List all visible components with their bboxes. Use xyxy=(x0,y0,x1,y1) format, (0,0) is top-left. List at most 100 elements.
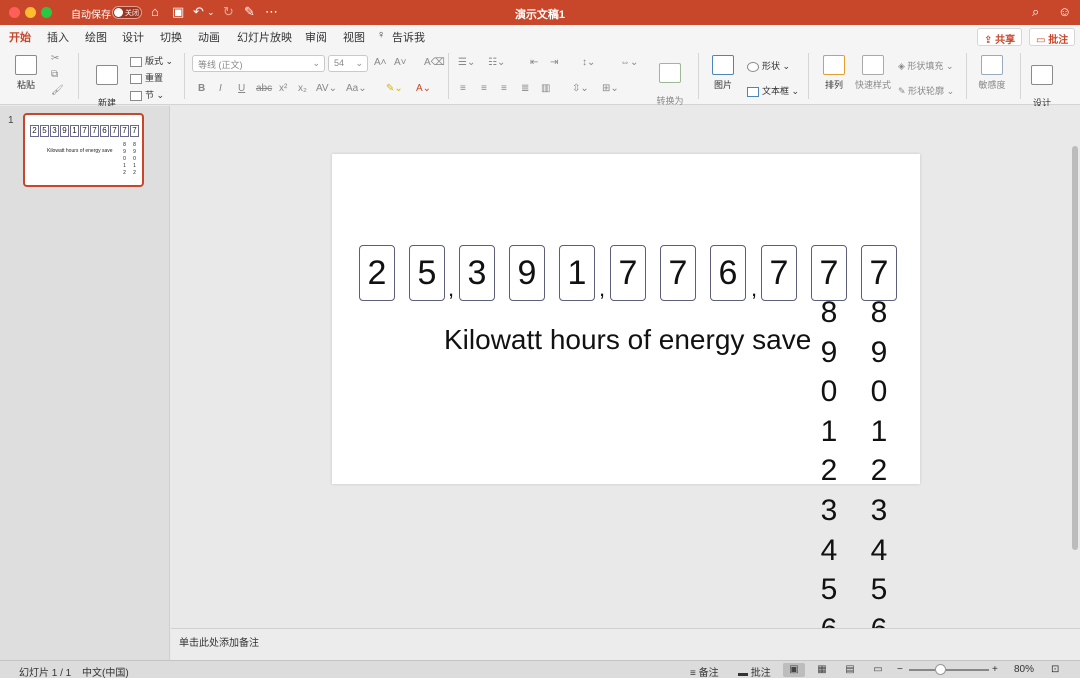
superscript-icon[interactable]: x² xyxy=(279,83,287,94)
comments-button[interactable]: ▭ 批注 xyxy=(1029,28,1076,46)
zoom-out-icon[interactable]: − xyxy=(897,664,903,675)
format-painter-icon[interactable]: 🖌 xyxy=(51,85,64,96)
clear-format-icon[interactable]: A⌫ xyxy=(424,57,445,68)
char-spacing-icon[interactable]: AV⌄ xyxy=(316,83,337,94)
rolling-digit-column: 8 9 0 1 2 3 4 5 6 xyxy=(861,293,897,649)
zoom-in-icon[interactable]: + xyxy=(992,664,998,675)
digit-box[interactable]: 5 xyxy=(409,245,445,301)
scrollbar-thumb[interactable] xyxy=(1072,146,1078,550)
tab-slideshow[interactable]: 幻灯片放映 xyxy=(237,29,292,45)
arrange-icon xyxy=(823,55,845,75)
underline-icon[interactable]: U xyxy=(238,83,245,94)
align-left-icon[interactable]: ≡ xyxy=(460,83,466,94)
shape-fill-button[interactable]: ◈ 形状填充 ⌄ xyxy=(898,59,953,72)
slide-caption[interactable]: Kilowatt hours of energy save xyxy=(444,324,811,356)
tab-transitions[interactable]: 切换 xyxy=(160,29,182,45)
cut-icon[interactable]: ✂ xyxy=(51,53,59,64)
line-spacing-icon[interactable]: ↕⌄ xyxy=(582,57,595,68)
align-right-icon[interactable]: ≡ xyxy=(501,83,507,94)
layout-button[interactable]: 版式 ⌄ xyxy=(130,54,173,67)
search-icon[interactable]: ⌕ xyxy=(1032,4,1039,20)
digit-box[interactable]: 2 xyxy=(359,245,395,301)
share-button[interactable]: ⇪ 共享 xyxy=(977,28,1023,46)
section-button[interactable]: 节 ⌄ xyxy=(130,88,164,101)
text-box-margins-icon[interactable]: ⊞⌄ xyxy=(602,83,619,94)
slide-sorter-button[interactable]: ▦ xyxy=(811,663,833,677)
font-name-select[interactable]: 等线 (正文) ⌄ xyxy=(192,55,325,72)
subscript-icon[interactable]: x₂ xyxy=(298,83,307,94)
picture-button[interactable]: 图片 xyxy=(705,55,741,91)
tab-animations[interactable]: 动画 xyxy=(198,29,220,45)
text-direction-icon[interactable]: ⇔⌄ xyxy=(620,57,638,68)
tab-design[interactable]: 设计 xyxy=(122,29,144,45)
reading-view-button[interactable]: ▤ xyxy=(839,663,861,677)
language-indicator[interactable]: 中文(中国) xyxy=(82,664,129,678)
comments-toggle[interactable]: ▬ 批注 xyxy=(738,664,771,678)
slideshow-button[interactable]: ▭ xyxy=(867,663,889,677)
tab-review[interactable]: 审阅 xyxy=(305,29,327,45)
columns-icon[interactable]: ▥ xyxy=(541,83,550,94)
sensitivity-icon xyxy=(981,55,1003,75)
fit-to-window-icon[interactable]: ⊡ xyxy=(1051,664,1059,675)
normal-view-button[interactable]: ▣ xyxy=(783,663,805,677)
paste-button[interactable]: 粘贴 xyxy=(8,55,44,91)
notes-pane[interactable]: 单击此处添加备注 xyxy=(171,628,1080,660)
textbox-button[interactable]: 文本框 ⌄ xyxy=(747,84,799,97)
bold-icon[interactable]: B xyxy=(198,83,205,94)
layout-icon xyxy=(130,56,142,67)
digit-box[interactable]: 3 xyxy=(459,245,495,301)
slide-thumbnail[interactable]: 2 5 3 9 1 7 7 6 7 7 7 Kilowatt hours of … xyxy=(23,113,144,187)
arrange-button[interactable]: 排列 xyxy=(816,55,852,91)
font-color-icon[interactable]: A⌄ xyxy=(416,83,431,94)
justify-icon[interactable]: ≣ xyxy=(521,83,529,94)
align-text-icon[interactable]: ⇳⌄ xyxy=(572,83,589,94)
tab-insert[interactable]: 插入 xyxy=(47,29,69,45)
align-center-icon[interactable]: ≡ xyxy=(481,83,487,94)
tab-home[interactable]: 开始 xyxy=(9,29,31,50)
thumb-digit: 2 xyxy=(30,125,39,137)
smiley-icon[interactable]: ☺ xyxy=(1058,4,1071,20)
zoom-level[interactable]: 80% xyxy=(1014,664,1034,675)
roll-digit: 0 xyxy=(870,375,888,409)
decrease-font-icon[interactable]: A˅ xyxy=(394,57,407,68)
tab-draw[interactable]: 绘图 xyxy=(85,29,107,45)
italic-icon[interactable]: I xyxy=(219,83,222,94)
digit-box[interactable]: 7 xyxy=(811,245,847,301)
thumb-roll-digit: 9 xyxy=(123,149,126,155)
tab-view[interactable]: 视图 xyxy=(343,29,365,45)
increase-indent-icon[interactable]: ⇥ xyxy=(550,57,558,68)
digit-box[interactable]: 9 xyxy=(509,245,545,301)
copy-icon[interactable]: ⧉ xyxy=(51,69,58,80)
quick-styles-button[interactable]: 快速样式 xyxy=(854,55,892,91)
roll-digit: 4 xyxy=(820,533,838,567)
sensitivity-button[interactable]: 敏感度 xyxy=(973,55,1011,91)
decrease-indent-icon[interactable]: ⇤ xyxy=(530,57,538,68)
digit-box[interactable]: 7 xyxy=(660,245,696,301)
zoom-slider-knob[interactable] xyxy=(935,664,946,675)
strikethrough-icon[interactable]: abc xyxy=(256,83,272,94)
change-case-icon[interactable]: Aa⌄ xyxy=(346,83,367,94)
tell-me-search[interactable]: 告诉我 xyxy=(392,29,425,45)
increase-font-icon[interactable]: A˄ xyxy=(374,57,387,68)
thumb-roll-digit: 0 xyxy=(123,156,126,162)
digit-box[interactable]: 1 xyxy=(559,245,595,301)
shape-button[interactable]: 形状 ⌄ xyxy=(747,59,790,72)
highlight-icon[interactable]: ✎⌄ xyxy=(386,83,403,94)
thumb-roll-digit: 8 xyxy=(123,142,126,148)
separator xyxy=(184,53,185,99)
comments-toggle-label: 批注 xyxy=(750,668,771,678)
reset-button[interactable]: 重置 xyxy=(130,71,163,84)
digit-box[interactable]: 7 xyxy=(861,245,897,301)
bullets-icon[interactable]: ☰⌄ xyxy=(458,57,475,68)
shape-outline-button[interactable]: ✎ 形状轮廓 ⌄ xyxy=(898,84,954,97)
notes-toggle[interactable]: ≡ 备注 xyxy=(690,664,719,678)
digit-box[interactable]: 7 xyxy=(761,245,797,301)
separator xyxy=(966,53,967,99)
digit-box[interactable]: 7 xyxy=(610,245,646,301)
digit-box[interactable]: 6 xyxy=(710,245,746,301)
numbering-icon[interactable]: ☷⌄ xyxy=(488,57,505,68)
zoom-slider[interactable] xyxy=(909,669,989,671)
roll-digit: 2 xyxy=(820,454,838,488)
vertical-scrollbar[interactable] xyxy=(1071,106,1080,628)
font-size-select[interactable]: 54 ⌄ xyxy=(328,55,368,72)
